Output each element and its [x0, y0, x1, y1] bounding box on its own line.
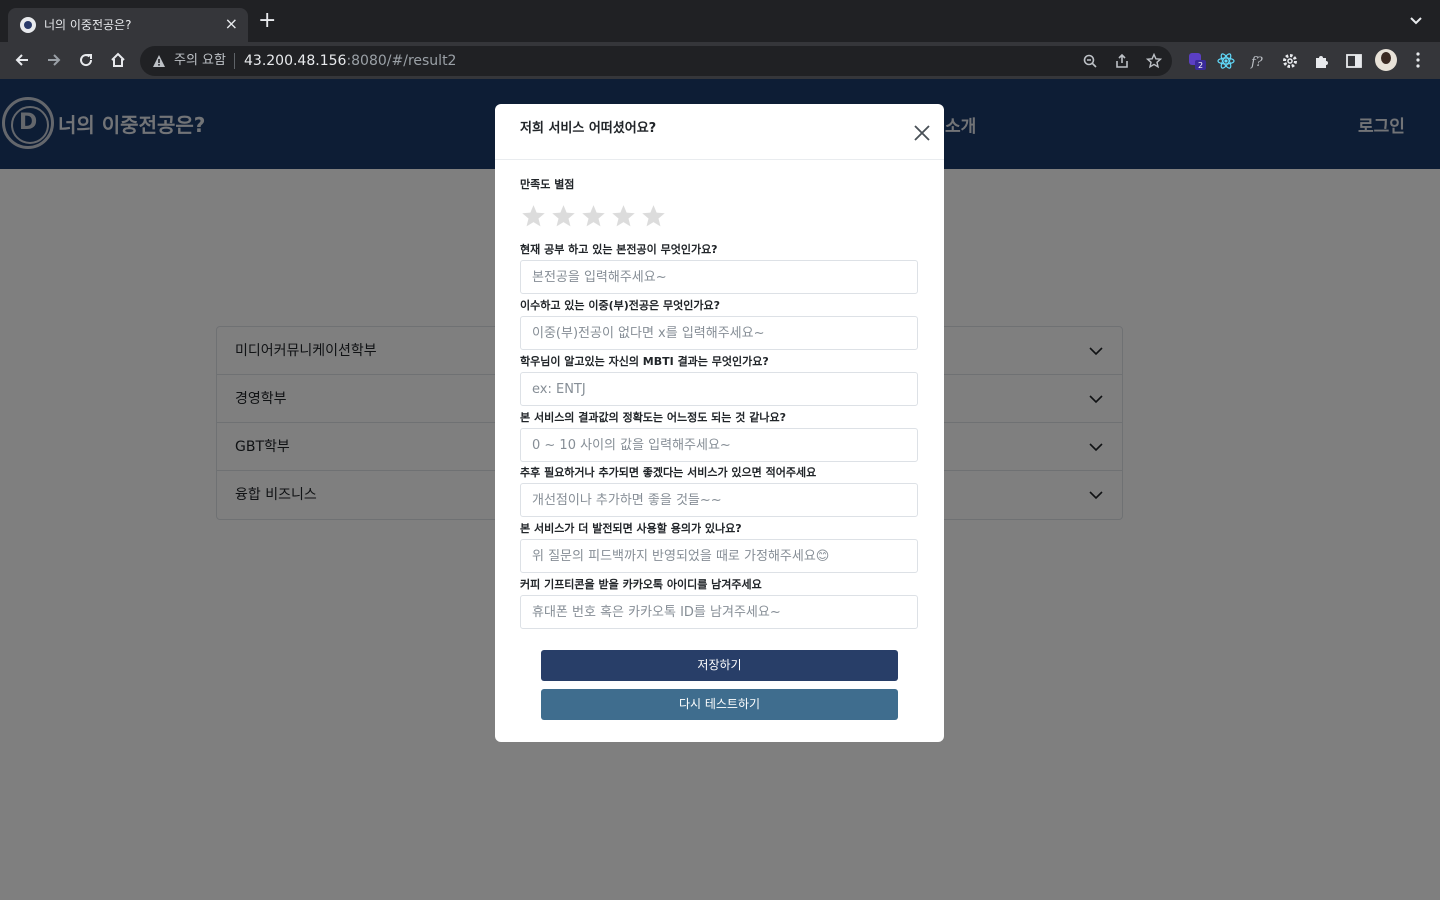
mbti-label: 학우님이 알고있는 자신의 MBTI 결과는 무엇인가요? — [520, 355, 769, 368]
puzzle-icon[interactable] — [1313, 52, 1331, 70]
rating-label: 만족도 별점 — [520, 178, 575, 191]
star-icon[interactable] — [611, 202, 636, 230]
url-text[interactable]: 43.200.48.156:8080/#/result2 — [244, 53, 456, 69]
gear-icon[interactable] — [1281, 52, 1299, 70]
back-icon[interactable] — [12, 50, 32, 70]
svg-text:f?: f? — [1250, 55, 1264, 70]
star-icon[interactable] — [581, 202, 606, 230]
modal-header: 저희 서비스 어떠셨어요? — [495, 104, 944, 160]
kakao-id-label: 커피 기프티콘을 받을 카카오톡 아이디를 남겨주세요 — [520, 578, 762, 591]
tab-search-icon[interactable] — [1408, 12, 1424, 28]
omnibox-divider — [234, 53, 235, 69]
survey-modal: 저희 서비스 어떠셨어요? 만족도 별점 현재 공부 하고 있는 본전공이 무엇… — [495, 104, 944, 742]
tab-title: 너의 이중전공은? — [44, 18, 132, 32]
star-icon[interactable] — [521, 202, 546, 230]
browser-tab-strip: 너의 이중전공은? × + — [0, 0, 1440, 42]
accuracy-input[interactable] — [520, 428, 918, 462]
star-rating[interactable] — [521, 202, 671, 230]
menu-icon[interactable] — [1414, 51, 1422, 69]
profile-avatar[interactable] — [1375, 49, 1397, 71]
warning-icon[interactable] — [152, 54, 166, 68]
bookmark-star-icon[interactable] — [1146, 53, 1162, 69]
suggestion-input[interactable] — [520, 483, 918, 517]
double-major-label: 이수하고 있는 이중(부)전공은 무엇인가요? — [520, 299, 720, 312]
security-status[interactable]: 주의 요함 — [174, 53, 226, 69]
browser-tab[interactable]: 너의 이중전공은? × — [8, 8, 248, 42]
retry-test-button[interactable]: 다시 테스트하기 — [541, 689, 898, 720]
address-bar[interactable]: 주의 요함 43.200.48.156:8080/#/result2 — [140, 46, 1172, 76]
accuracy-label: 본 서비스의 결과값의 정확도는 어느정도 되는 것 같나요? — [520, 411, 786, 424]
extension-badge: 2 — [1198, 61, 1203, 70]
close-icon[interactable] — [912, 123, 932, 143]
zoom-icon[interactable] — [1082, 53, 1098, 69]
new-tab-button[interactable]: + — [258, 10, 276, 32]
share-icon[interactable] — [1114, 53, 1130, 69]
modal-title: 저희 서비스 어떠셨어요? — [520, 121, 657, 136]
reload-icon[interactable] — [76, 50, 96, 70]
browser-toolbar: 주의 요함 43.200.48.156:8080/#/result2 2 f? — [0, 42, 1440, 79]
kakao-id-input[interactable] — [520, 595, 918, 629]
site-favicon-icon — [20, 17, 36, 33]
home-icon[interactable] — [108, 50, 128, 70]
mbti-input[interactable] — [520, 372, 918, 406]
save-button[interactable]: 저장하기 — [541, 650, 898, 681]
forward-icon[interactable] — [44, 50, 64, 70]
formula-icon[interactable]: f? — [1249, 52, 1267, 70]
intent-input[interactable] — [520, 539, 918, 573]
major-label: 현재 공부 하고 있는 본전공이 무엇인가요? — [520, 243, 718, 256]
side-panel-icon[interactable] — [1345, 52, 1363, 70]
major-input[interactable] — [520, 260, 918, 294]
suggestion-label: 추후 필요하거나 추가되면 좋겠다는 서비스가 있으면 적어주세요 — [520, 466, 817, 479]
url-host: 43.200.48.156 — [244, 53, 347, 69]
tab-close-icon[interactable]: × — [225, 15, 238, 33]
extension-icon[interactable]: 2 — [1188, 52, 1206, 70]
url-path: :8080/#/result2 — [346, 53, 457, 69]
intent-label: 본 서비스가 더 발전되면 사용할 용의가 있나요? — [520, 522, 742, 535]
double-major-input[interactable] — [520, 316, 918, 350]
star-icon[interactable] — [551, 202, 576, 230]
star-icon[interactable] — [641, 202, 666, 230]
react-icon[interactable] — [1217, 52, 1235, 70]
